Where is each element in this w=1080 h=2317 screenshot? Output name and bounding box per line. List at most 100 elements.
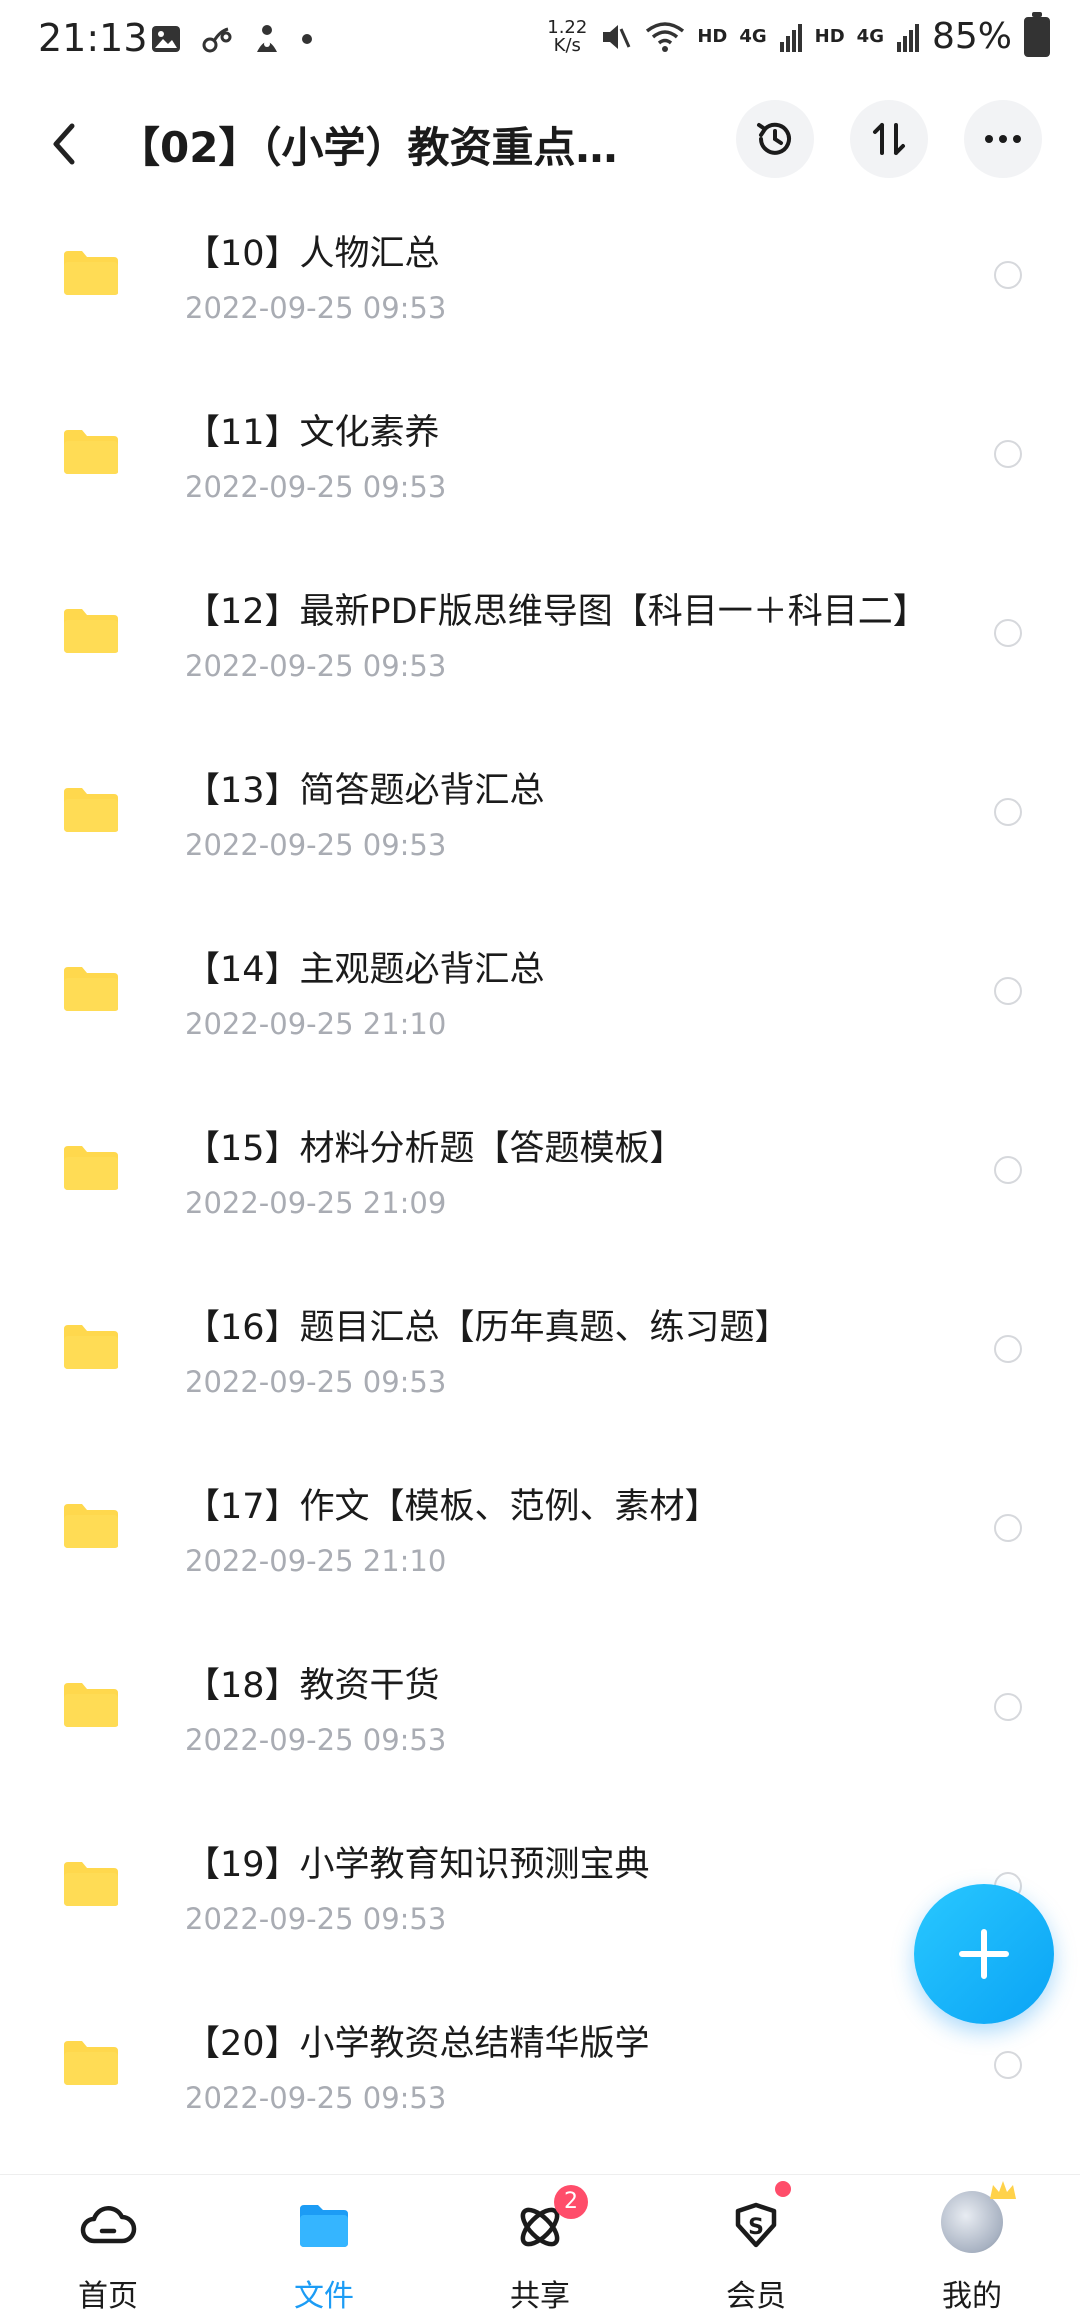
nav-me-label: 我的 <box>942 2279 1002 2314</box>
sort-button[interactable] <box>850 100 928 178</box>
list-item[interactable]: 【11】文化素养 2022-09-25 09:53 <box>0 374 1080 553</box>
speed-value: 1.22 <box>547 16 588 38</box>
select-checkbox[interactable] <box>994 2051 1022 2079</box>
folder-icon <box>64 251 118 295</box>
wifi-icon <box>646 21 685 52</box>
folder-icon <box>64 1325 118 1369</box>
list-item[interactable]: 【16】题目汇总【历年真题、练习题】 2022-09-25 09:53 <box>0 1269 1080 1448</box>
file-name: 【14】主观题必背汇总 <box>185 950 545 990</box>
file-date: 2022-09-25 21:10 <box>185 1544 447 1578</box>
file-date: 2022-09-25 21:09 <box>185 1186 447 1220</box>
nav-vip[interactable]: S 会员 <box>676 2175 836 2317</box>
list-item[interactable]: 【10】人物汇总 2022-09-25 09:53 <box>0 195 1080 374</box>
file-date: 2022-09-25 09:53 <box>185 291 447 325</box>
folder-nav-icon <box>300 2205 348 2247</box>
select-checkbox[interactable] <box>994 977 1022 1005</box>
file-date: 2022-09-25 09:53 <box>185 1902 447 1936</box>
file-date: 2022-09-25 09:53 <box>185 470 447 504</box>
select-checkbox[interactable] <box>994 619 1022 647</box>
select-checkbox[interactable] <box>994 440 1022 468</box>
select-checkbox[interactable] <box>994 798 1022 826</box>
nav-share-label: 共享 <box>510 2279 570 2314</box>
chevron-left-icon <box>53 123 75 165</box>
back-button[interactable] <box>36 112 92 176</box>
file-name: 【15】材料分析题【答题模板】 <box>185 1129 685 1169</box>
list-item[interactable]: 【14】主观题必背汇总 2022-09-25 21:10 <box>0 911 1080 1090</box>
file-name: 【17】作文【模板、范例、素材】 <box>185 1487 720 1527</box>
list-item[interactable]: 【18】教资干货 2022-09-25 09:53 <box>0 1627 1080 1806</box>
mute-icon <box>603 24 631 49</box>
file-name: 【20】小学教资总结精华版学 <box>185 2024 650 2064</box>
file-name: 【11】文化素养 <box>185 413 440 453</box>
list-item[interactable]: 【20】小学教资总结精华版学 2022-09-25 09:53 <box>0 1985 1080 2164</box>
nav-home-label: 首页 <box>78 2279 138 2314</box>
file-name: 【19】小学教育知识预测宝典 <box>185 1845 650 1885</box>
list-item[interactable]: 【13】简答题必背汇总 2022-09-25 09:53 <box>0 732 1080 911</box>
sort-icon <box>873 123 905 155</box>
history-button[interactable] <box>736 100 814 178</box>
share-badge: 2 <box>554 2185 588 2219</box>
folder-icon <box>64 1146 118 1190</box>
more-button[interactable] <box>964 100 1042 178</box>
battery-icon <box>1024 11 1050 57</box>
dot-icon <box>302 34 312 44</box>
file-name: 【18】教资干货 <box>185 1666 440 1706</box>
file-name: 【16】题目汇总【历年真题、练习题】 <box>185 1308 790 1348</box>
app-header: 【02】（小学）教资重点资... <box>0 84 1080 204</box>
net-label-2: 4G <box>856 26 884 47</box>
nav-vip-label: 会员 <box>726 2279 786 2314</box>
vip-dot <box>775 2181 791 2197</box>
file-date: 2022-09-25 09:53 <box>185 828 447 862</box>
list-item[interactable]: 【12】最新PDF版思维导图【科目一＋科目二】 2022-09-25 09:53 <box>0 553 1080 732</box>
folder-icon <box>64 967 118 1011</box>
folder-icon <box>64 2041 118 2085</box>
hd-label-2: HD <box>814 26 845 47</box>
history-icon <box>757 122 791 155</box>
bottom-nav: 首页 文件 2 共享 S 会员 我的 <box>0 2174 1080 2317</box>
speed-unit: K/s <box>553 34 581 56</box>
page-title: 【02】（小学）教资重点资... <box>118 123 638 172</box>
plus-icon <box>959 1929 1009 1979</box>
select-checkbox[interactable] <box>994 1514 1022 1542</box>
select-checkbox[interactable] <box>994 1335 1022 1363</box>
status-left-icons <box>150 22 314 56</box>
file-list: 【10】人物汇总 2022-09-25 09:53 【11】文化素养 2022-… <box>0 195 1080 2164</box>
link-icon <box>202 27 232 53</box>
cloud-icon <box>80 2206 137 2244</box>
status-time: 21:13 <box>38 16 148 60</box>
nav-me[interactable]: 我的 <box>892 2175 1052 2317</box>
crown-icon <box>990 2181 1016 2199</box>
hd-label-1: HD <box>697 26 728 47</box>
nav-home[interactable]: 首页 <box>28 2175 188 2317</box>
select-checkbox[interactable] <box>994 261 1022 289</box>
gallery-icon <box>152 26 180 52</box>
vip-icon-letter: S <box>748 2215 764 2240</box>
signal-icon <box>896 23 919 52</box>
nav-files-label: 文件 <box>294 2279 354 2314</box>
file-date: 2022-09-25 09:53 <box>185 649 447 683</box>
folder-icon <box>64 1683 118 1727</box>
add-button[interactable] <box>914 1884 1054 2024</box>
nav-share[interactable]: 2 共享 <box>460 2175 620 2317</box>
network-speed: 1.22 K/s <box>547 16 588 56</box>
file-date: 2022-09-25 09:53 <box>185 1723 447 1757</box>
file-name: 【10】人物汇总 <box>185 234 440 274</box>
select-checkbox[interactable] <box>994 1156 1022 1184</box>
folder-icon <box>64 1862 118 1906</box>
folder-icon <box>64 788 118 832</box>
status-right: 1.22 K/s HD 4G HD 4G 85% <box>547 11 1050 57</box>
select-checkbox[interactable] <box>994 1693 1022 1721</box>
net-label-1: 4G <box>739 26 767 47</box>
battery-percent: 85% <box>931 16 1012 57</box>
folder-icon <box>64 430 118 474</box>
status-bar: 21:13 1.22 K/s HD 4G HD 4G 85% <box>0 0 1080 84</box>
file-date: 2022-09-25 09:53 <box>185 2081 447 2115</box>
file-name: 【12】最新PDF版思维导图【科目一＋科目二】 <box>185 592 928 632</box>
nav-files[interactable]: 文件 <box>244 2175 404 2317</box>
list-item[interactable]: 【15】材料分析题【答题模板】 2022-09-25 21:09 <box>0 1090 1080 1269</box>
folder-icon <box>64 1504 118 1548</box>
list-item[interactable]: 【17】作文【模板、范例、素材】 2022-09-25 21:10 <box>0 1448 1080 1627</box>
folder-icon <box>64 609 118 653</box>
file-date: 2022-09-25 21:10 <box>185 1007 447 1041</box>
file-date: 2022-09-25 09:53 <box>185 1365 447 1399</box>
